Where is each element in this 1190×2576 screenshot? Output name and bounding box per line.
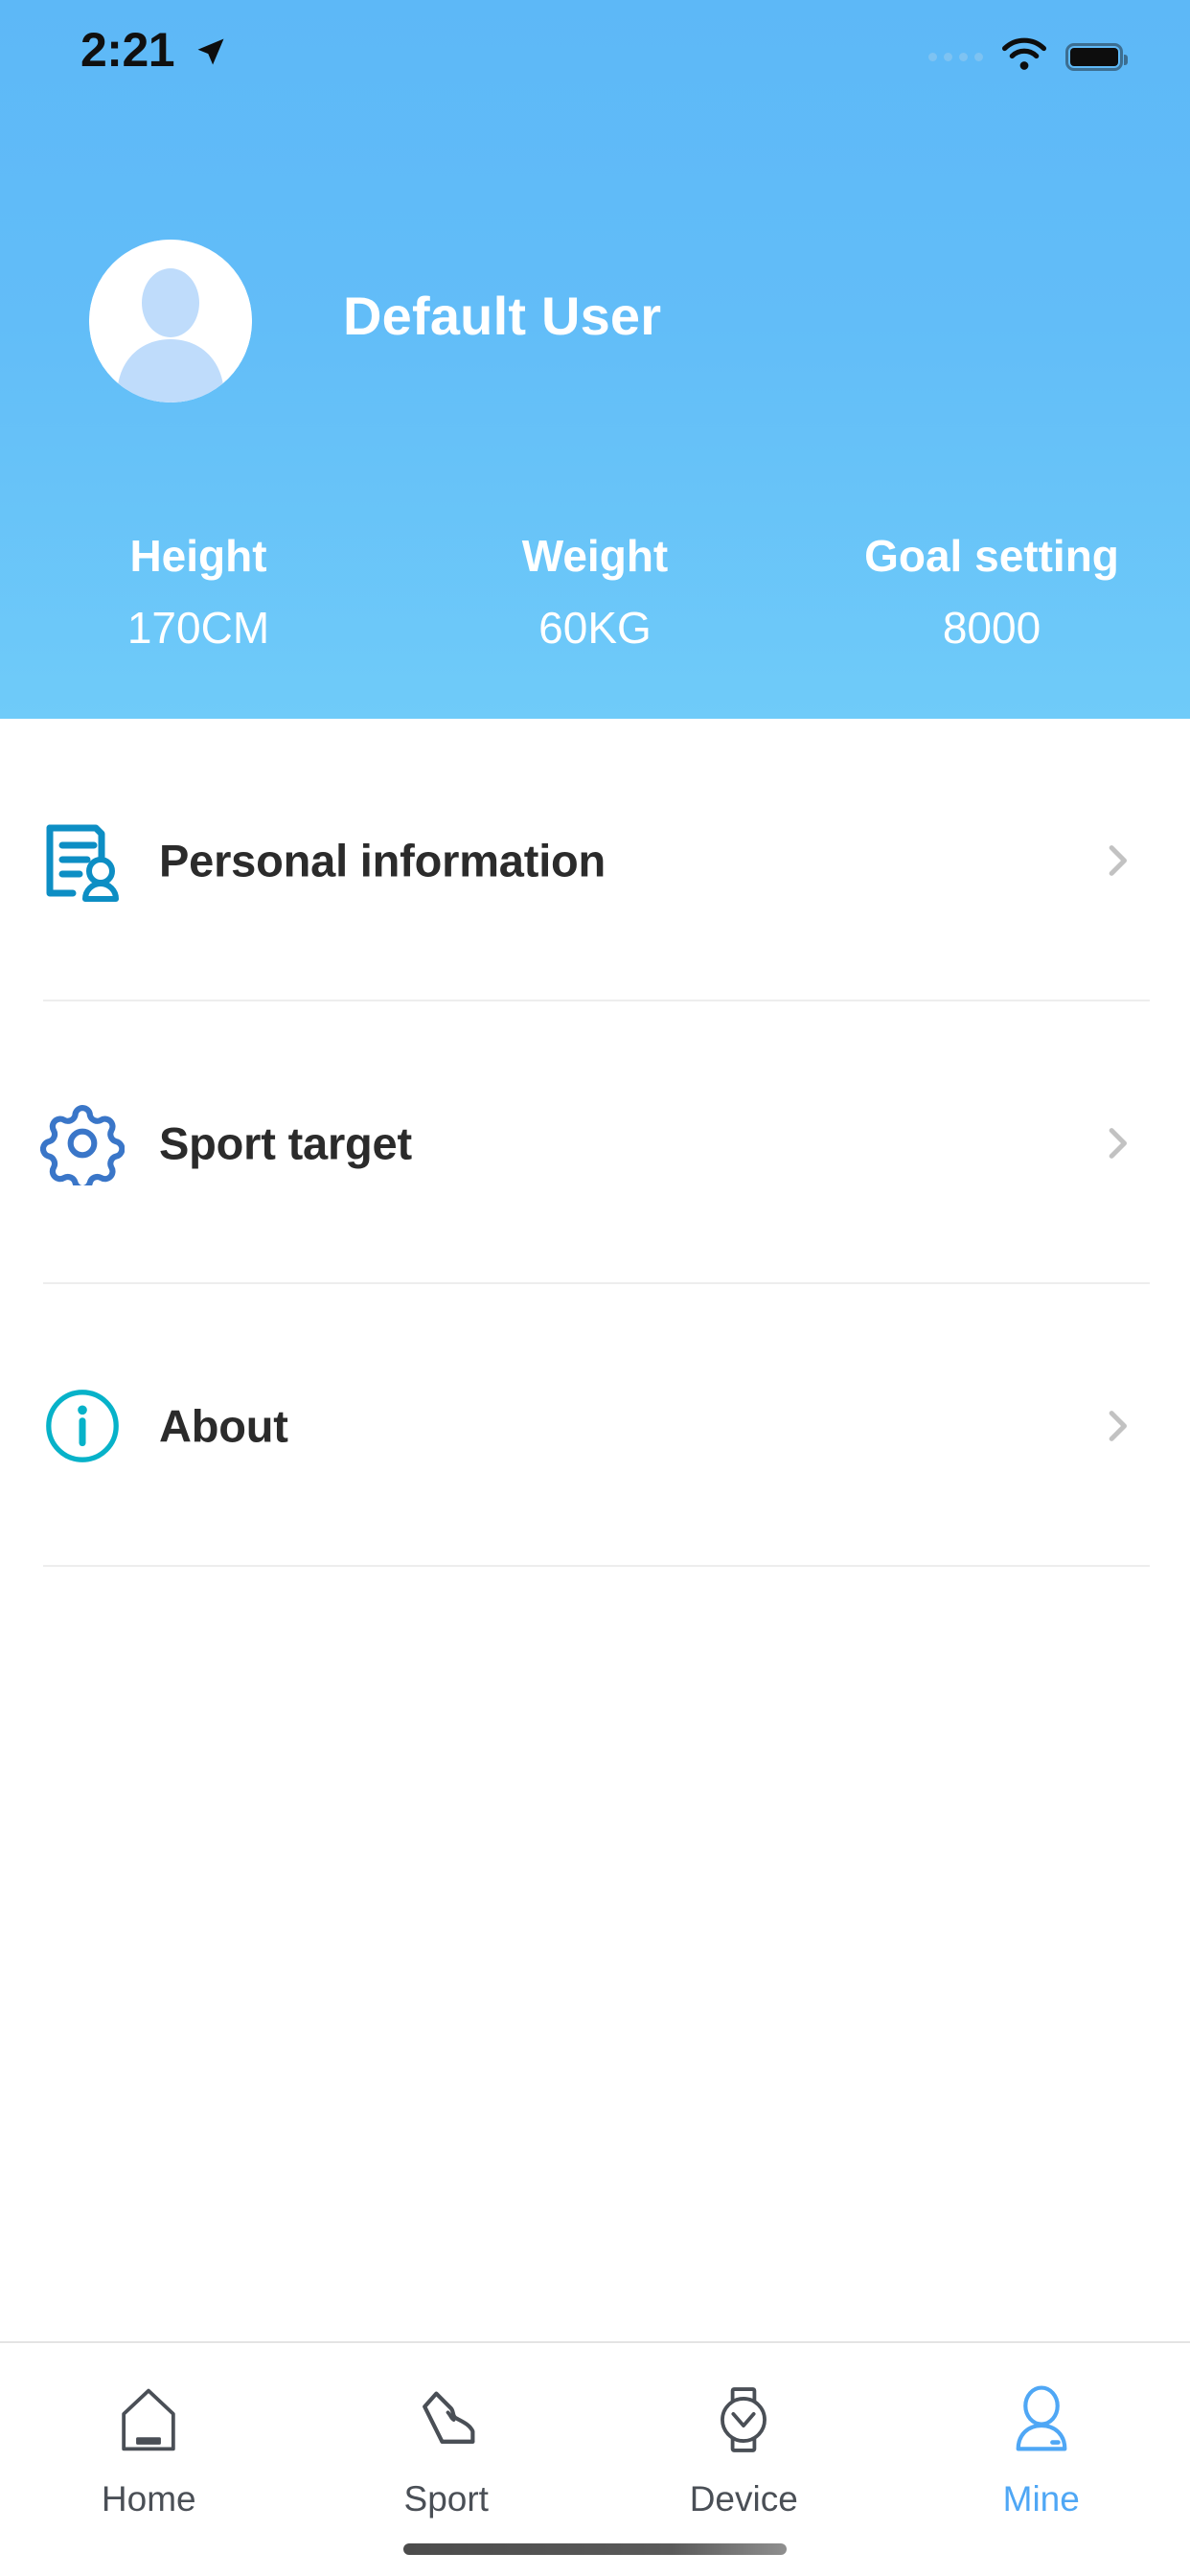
stat-label: Weight <box>397 532 793 581</box>
chevron-right-icon[interactable] <box>1098 1407 1136 1445</box>
stat-height[interactable]: Height 170CM <box>0 532 397 652</box>
stat-label: Height <box>0 532 397 581</box>
status-bar: 2:21 <box>0 0 1190 115</box>
menu-item-sport-target[interactable]: Sport target <box>0 1001 1190 1284</box>
location-arrow-icon <box>194 34 228 74</box>
signal-dots-icon <box>928 53 983 61</box>
tab-home[interactable]: Home <box>0 2378 298 2519</box>
menu-item-personal-information[interactable]: Personal information <box>0 719 1190 1001</box>
stat-label: Goal setting <box>793 532 1190 581</box>
row-divider <box>43 1565 1150 1567</box>
watch-icon <box>701 2378 786 2462</box>
house-icon <box>106 2378 191 2462</box>
tab-sport[interactable]: Sport <box>298 2378 596 2519</box>
home-indicator <box>403 2543 787 2555</box>
stat-value: 60KG <box>397 604 793 653</box>
status-bar-indicators <box>928 36 1123 78</box>
tab-mine[interactable]: Mine <box>893 2378 1190 2519</box>
stat-goal-setting[interactable]: Goal setting 8000 <box>793 532 1190 652</box>
profile-stats: Height 170CM Weight 60KG Goal setting 80… <box>0 532 1190 652</box>
tab-label: Sport <box>404 2479 489 2519</box>
tab-label: Device <box>690 2479 798 2519</box>
stat-weight[interactable]: Weight 60KG <box>397 532 793 652</box>
info-circle-icon <box>38 1382 126 1470</box>
chevron-right-icon[interactable] <box>1098 841 1136 880</box>
status-bar-time: 2:21 <box>80 22 174 78</box>
bottom-tab-bar: Home Sport <box>0 2341 1190 2576</box>
profile-block[interactable]: Default User <box>0 240 1190 402</box>
tab-label: Mine <box>1003 2479 1080 2519</box>
wifi-icon <box>1000 36 1048 78</box>
personal-info-icon <box>38 816 126 905</box>
chevron-right-icon[interactable] <box>1098 1124 1136 1162</box>
app-screen: 2:21 <box>0 0 1190 2576</box>
gear-icon <box>38 1099 126 1187</box>
menu-item-label: About <box>159 1399 288 1452</box>
profile-header: 2:21 <box>0 0 1190 719</box>
person-icon <box>999 2378 1084 2462</box>
menu-item-label: Personal information <box>159 834 606 886</box>
settings-menu: Personal information Sport target <box>0 719 1190 1567</box>
tab-device[interactable]: Device <box>595 2378 893 2519</box>
menu-item-label: Sport target <box>159 1116 412 1169</box>
stat-value: 8000 <box>793 604 1190 653</box>
battery-full-icon <box>1065 43 1123 71</box>
menu-item-about[interactable]: About <box>0 1284 1190 1567</box>
stat-value: 170CM <box>0 604 397 653</box>
shoe-icon <box>404 2378 489 2462</box>
avatar[interactable] <box>89 240 252 402</box>
tab-label: Home <box>102 2479 196 2519</box>
user-name: Default User <box>343 285 661 347</box>
